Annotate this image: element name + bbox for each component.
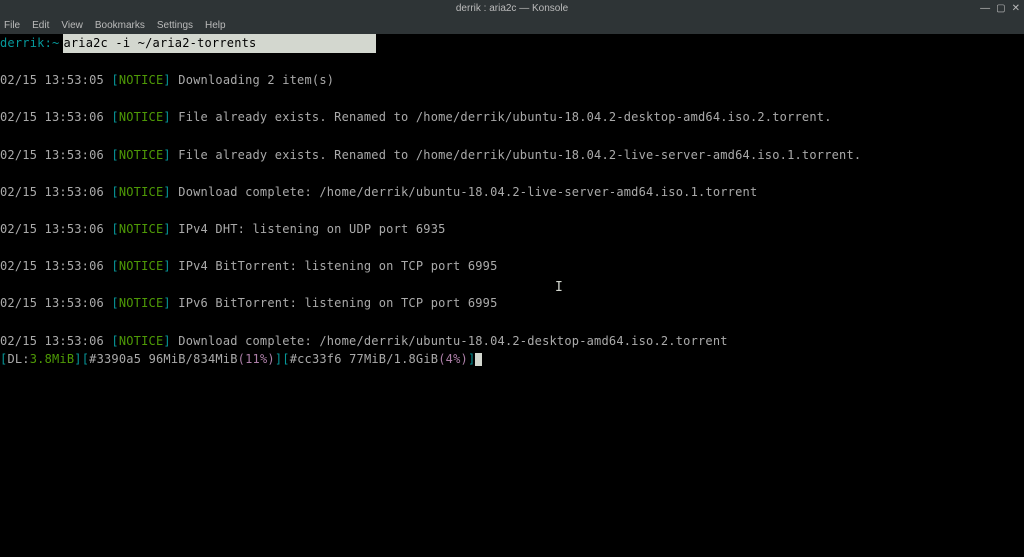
status-line: [DL:3.8MiB][#3390a5 96MiB/834MiB(11%)][#… (0, 350, 1024, 369)
log-line: 02/15 13:53:06 [NOTICE] Download complet… (0, 332, 1024, 351)
minimize-button[interactable]: — (980, 3, 990, 14)
prompt-cwd: ~ (52, 34, 59, 53)
prompt-line: derrik:~ aria2c -i ~/aria2-torrents (0, 34, 1024, 53)
log-message: IPv4 DHT: listening on UDP port 6935 (178, 222, 445, 236)
log-tag: NOTICE (119, 110, 164, 124)
status-pct-2: 4% (446, 352, 461, 366)
log-tag: NOTICE (119, 148, 164, 162)
log-line: 02/15 13:53:06 [NOTICE] IPv4 DHT: listen… (0, 220, 1024, 239)
text-cursor-icon: I (555, 280, 563, 295)
log-tag: NOTICE (119, 73, 164, 87)
log-line: 02/15 13:53:06 [NOTICE] IPv4 BitTorrent:… (0, 257, 1024, 276)
prompt-user: derrik (0, 34, 45, 53)
dl-label: DL: (7, 352, 29, 366)
log-tag: NOTICE (119, 185, 164, 199)
log-tag: NOTICE (119, 334, 164, 348)
log-tag: NOTICE (119, 296, 164, 310)
menu-help[interactable]: Help (205, 20, 226, 31)
menu-settings[interactable]: Settings (157, 20, 193, 31)
prompt-sep: : (45, 34, 52, 53)
titlebar: derrik : aria2c — Konsole — ▢ ✕ (0, 0, 1024, 16)
menu-edit[interactable]: Edit (32, 20, 49, 31)
status-gid-1: #3390a5 (89, 352, 141, 366)
log-line: 02/15 13:53:05 [NOTICE] Downloading 2 it… (0, 71, 1024, 90)
log-line: 02/15 13:53:06 [NOTICE] File already exi… (0, 108, 1024, 127)
window-title: derrik : aria2c — Konsole (456, 3, 568, 14)
log-timestamp: 02/15 13:53:06 (0, 334, 104, 348)
status-progress-2: 77MiB/1.8GiB (349, 352, 438, 366)
log-tag: NOTICE (119, 259, 164, 273)
log-timestamp: 02/15 13:53:06 (0, 148, 104, 162)
log-message: IPv6 BitTorrent: listening on TCP port 6… (178, 296, 497, 310)
terminal-output[interactable]: derrik:~ aria2c -i ~/aria2-torrents 02/1… (0, 34, 1024, 369)
log-tag: NOTICE (119, 222, 164, 236)
status-progress-1: 96MiB/834MiB (149, 352, 238, 366)
close-button[interactable]: ✕ (1012, 3, 1020, 14)
log-timestamp: 02/15 13:53:06 (0, 259, 104, 273)
log-timestamp: 02/15 13:53:06 (0, 222, 104, 236)
dl-speed: 3.8MiB (30, 352, 75, 366)
log-message: File already exists. Renamed to /home/de… (178, 148, 861, 162)
menu-view[interactable]: View (61, 20, 83, 31)
terminal-cursor (475, 353, 482, 366)
log-message: Download complete: /home/derrik/ubuntu-1… (178, 185, 757, 199)
log-timestamp: 02/15 13:53:06 (0, 110, 104, 124)
status-gid-2: #cc33f6 (290, 352, 342, 366)
log-timestamp: 02/15 13:53:06 (0, 296, 104, 310)
status-pct-1: 11% (245, 352, 267, 366)
menu-bookmarks[interactable]: Bookmarks (95, 20, 145, 31)
log-line: 02/15 13:53:06 [NOTICE] Download complet… (0, 183, 1024, 202)
log-message: File already exists. Renamed to /home/de… (178, 110, 831, 124)
command-input[interactable]: aria2c -i ~/aria2-torrents (63, 34, 376, 53)
maximize-button[interactable]: ▢ (996, 3, 1005, 14)
log-message: Download complete: /home/derrik/ubuntu-1… (178, 334, 727, 348)
log-message: IPv4 BitTorrent: listening on TCP port 6… (178, 259, 497, 273)
log-message: Downloading 2 item(s) (178, 73, 334, 87)
log-timestamp: 02/15 13:53:06 (0, 185, 104, 199)
menu-file[interactable]: File (4, 20, 20, 31)
log-line: 02/15 13:53:06 [NOTICE] File already exi… (0, 146, 1024, 165)
log-line: 02/15 13:53:06 [NOTICE] IPv6 BitTorrent:… (0, 294, 1024, 313)
log-timestamp: 02/15 13:53:05 (0, 73, 104, 87)
menubar: File Edit View Bookmarks Settings Help (0, 16, 1024, 34)
window-controls: — ▢ ✕ (980, 3, 1020, 14)
